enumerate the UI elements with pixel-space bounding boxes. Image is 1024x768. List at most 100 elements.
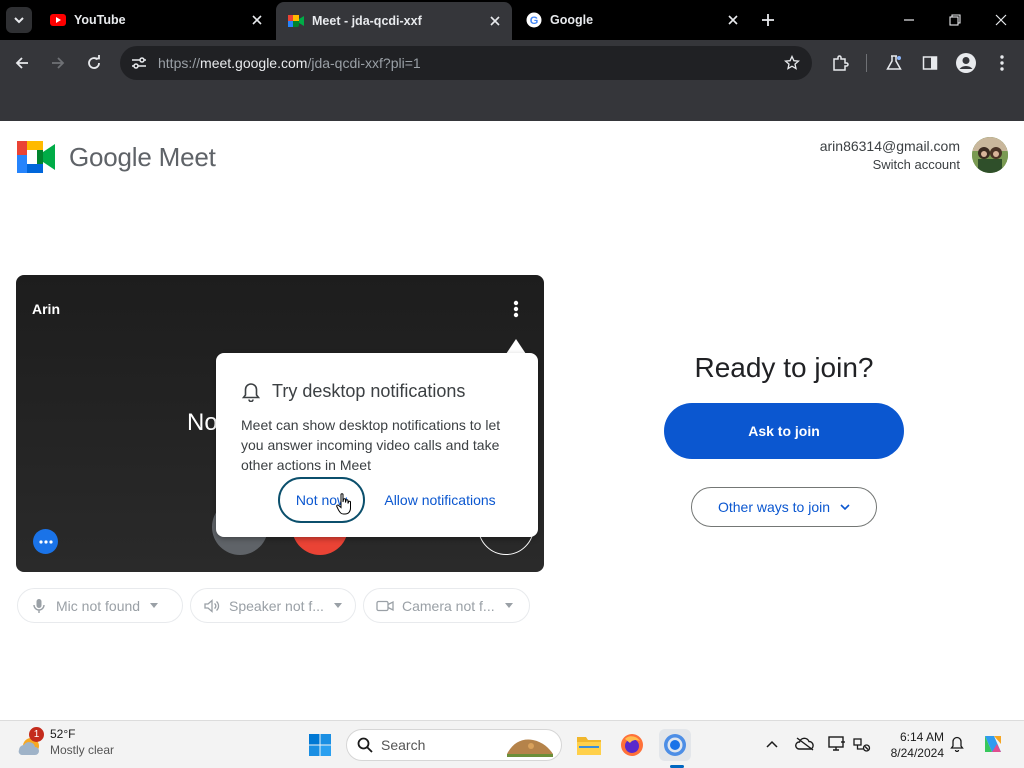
taskbar-search[interactable]: Search (346, 729, 562, 761)
notification-popup: Try desktop notifications Meet can show … (216, 353, 538, 537)
preview-message: No (187, 409, 218, 436)
forward-button[interactable] (44, 49, 72, 77)
tab-title: YouTube (74, 13, 126, 27)
restore-icon (949, 14, 961, 26)
chrome-menu-button[interactable] (989, 50, 1015, 76)
camera-select[interactable]: Camera not f... (363, 588, 530, 623)
bookmark-star-icon[interactable] (782, 53, 802, 73)
youtube-icon (50, 12, 66, 28)
meet-icon (288, 13, 304, 29)
ready-to-join-heading: Ready to join? (694, 352, 874, 383)
close-window-button[interactable] (978, 0, 1024, 40)
labs-button[interactable] (881, 50, 907, 76)
chevron-up-icon (766, 740, 778, 748)
preview-more-options[interactable] (504, 297, 528, 321)
other-ways-to-join-button[interactable]: Other ways to join (691, 487, 877, 527)
windows-logo-icon (309, 734, 331, 756)
firefox-button[interactable] (616, 729, 648, 761)
speaker-select[interactable]: Speaker not f... (190, 588, 356, 623)
side-panel-button[interactable] (917, 50, 943, 76)
weather-temp: 52°F (50, 727, 76, 741)
hand-cursor-icon (336, 493, 351, 515)
toolbar-divider (866, 54, 867, 72)
url-host: meet.google.com (200, 55, 308, 71)
ask-to-join-button[interactable]: Ask to join (664, 403, 904, 459)
tab-youtube[interactable]: YouTube (38, 4, 274, 36)
new-tab-button[interactable] (756, 8, 780, 32)
onedrive-icon[interactable] (794, 733, 816, 755)
plus-icon (762, 14, 774, 26)
more-horiz-icon (38, 539, 53, 544)
minimize-icon (904, 19, 914, 21)
google-meet-logo[interactable]: Google Meet (17, 141, 216, 173)
weather-widget[interactable]: 1 52°F Mostly clear (16, 727, 114, 758)
tab-search-button[interactable] (6, 7, 32, 33)
google-icon: G (526, 12, 542, 28)
windows-taskbar: 1 52°F Mostly clear Search 6:14 AM 8/24/… (0, 720, 1024, 768)
copilot-icon (985, 736, 1001, 752)
visual-effects-button[interactable] (33, 529, 58, 554)
close-tab-icon[interactable] (486, 12, 504, 30)
extensions-button[interactable] (827, 50, 853, 76)
weather-text: 52°F Mostly clear (50, 727, 114, 758)
switch-account-link[interactable]: Switch account (820, 157, 960, 172)
reload-icon (88, 55, 100, 69)
show-hidden-icons-button[interactable] (761, 733, 783, 755)
search-icon (357, 737, 373, 753)
popup-title: Try desktop notifications (272, 381, 466, 401)
more-vert-icon (1000, 55, 1004, 71)
copilot-button[interactable] (980, 731, 1006, 757)
tab-strip: YouTube Meet - jda-qcdi-xxf G Google (0, 0, 1024, 40)
chevron-down-icon (840, 504, 850, 510)
account-info: arin86314@gmail.com Switch account (820, 138, 960, 172)
allow-notifications-button[interactable]: Allow notifications (372, 477, 508, 523)
speaker-select-label: Speaker not f... (229, 597, 324, 614)
restore-button[interactable] (932, 0, 978, 40)
meet-logo-icon (17, 141, 55, 173)
arrow-right-icon (52, 57, 65, 69)
avatar[interactable] (972, 137, 1008, 173)
taskbar-clock[interactable]: 6:14 AM 8/24/2024 (880, 729, 944, 761)
tab-title: Meet - jda-qcdi-xxf (312, 14, 422, 28)
folder-icon (577, 737, 601, 755)
close-tab-icon[interactable] (248, 11, 266, 29)
site-info-icon[interactable] (122, 46, 156, 80)
bookmarks-bar (0, 86, 1024, 121)
search-highlight-icon (507, 739, 553, 757)
close-tab-icon[interactable] (724, 11, 742, 29)
clock-time: 6:14 AM (899, 730, 944, 744)
mic-icon (30, 597, 48, 615)
mic-select[interactable]: Mic not found (17, 588, 183, 623)
back-button[interactable] (8, 49, 36, 77)
tab-google[interactable]: G Google (514, 4, 750, 36)
popup-body: Meet can show desktop notifications to l… (241, 417, 501, 473)
start-button[interactable] (304, 729, 336, 761)
popup-header: Try desktop notifications (242, 381, 465, 402)
reload-button[interactable] (80, 49, 108, 77)
minimize-button[interactable] (886, 0, 932, 40)
display-icon[interactable] (826, 733, 848, 755)
caret-down-icon (333, 603, 342, 608)
svg-text:G: G (530, 15, 539, 27)
arrow-left-icon (15, 57, 28, 69)
preview-user-name: Arin (32, 301, 60, 317)
file-explorer-button[interactable] (573, 729, 605, 761)
chrome-icon (664, 734, 686, 756)
other-ways-label: Other ways to join (717, 499, 831, 515)
tab-meet[interactable]: Meet - jda-qcdi-xxf (276, 2, 512, 40)
more-vert-icon (513, 300, 519, 318)
account-email: arin86314@gmail.com (819, 138, 960, 154)
address-bar[interactable]: https://meet.google.com/jda-qcdi-xxf?pli… (120, 46, 812, 80)
camera-select-label: Camera not f... (402, 597, 495, 614)
speaker-icon (203, 597, 221, 615)
camera-icon (376, 597, 394, 615)
close-icon (995, 14, 1007, 26)
profile-button[interactable] (953, 50, 979, 76)
weather-condition: Mostly clear (50, 743, 115, 757)
bell-icon (950, 736, 964, 752)
notifications-button[interactable] (946, 733, 968, 755)
network-icon[interactable] (851, 733, 873, 755)
chrome-taskbar-button[interactable] (659, 729, 691, 761)
logo-text: Google Meet (69, 141, 216, 172)
caret-down-icon (150, 603, 159, 608)
